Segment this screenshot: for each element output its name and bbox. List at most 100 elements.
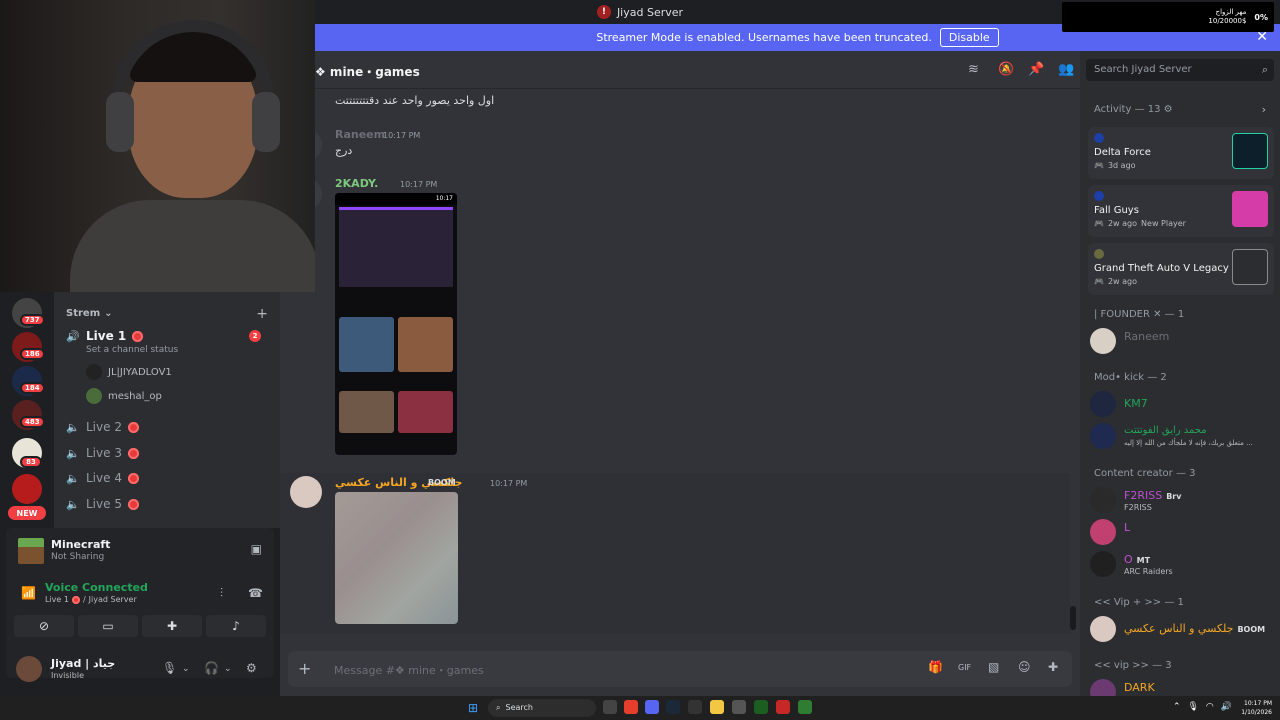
gear-icon[interactable]: ⚙ (246, 661, 257, 675)
screen-share-button[interactable]: ▭ (78, 615, 138, 637)
chevron-down-icon[interactable]: ⌄ (182, 664, 190, 674)
avatar (1090, 328, 1116, 354)
clock[interactable]: 10:17 PM 1/10/2026 (1241, 699, 1272, 717)
member-item[interactable]: L (1090, 517, 1276, 547)
activities-button[interactable]: ✚ (142, 615, 202, 637)
message-composer[interactable]: + Message #❖ mine・games 🎁 GIF ▧ ☺ ✚ (288, 651, 1072, 687)
avatar (1090, 679, 1116, 696)
app-icon[interactable] (688, 700, 702, 714)
search-input[interactable]: Search Jiyad Server ⌕ (1086, 59, 1274, 81)
notification-icon[interactable]: 🔕 (998, 62, 1014, 77)
user-icon (1094, 133, 1104, 143)
camera-button[interactable]: ⊘ (14, 615, 74, 637)
role-header: Mod• kick — 2 (1094, 372, 1167, 383)
mention-badge: 483 (20, 416, 45, 428)
message-author[interactable]: Raneem (335, 128, 385, 141)
signal-icon[interactable]: 📶 (21, 586, 36, 600)
image-attachment[interactable]: 10:17 (335, 193, 457, 455)
task-view-icon[interactable] (603, 700, 617, 714)
mention-badge: 737 (20, 314, 45, 326)
chat-area: ❖ mine・games ≋ 🔕 📌 👥 اول واحد يصور واحد … (280, 51, 1080, 696)
windows-start-icon[interactable]: ⊞ (468, 701, 478, 715)
member-item[interactable]: KM7 (1090, 389, 1276, 419)
app-icon[interactable] (798, 700, 812, 714)
message-input[interactable]: Message #❖ mine・games (334, 662, 484, 678)
voice-icon: 🔈 (66, 471, 80, 485)
chevron-down-icon: ⌄ (104, 308, 113, 319)
voice-channel-live-3[interactable]: 🔈 Live 3 (66, 443, 271, 463)
activity-game: Minecraft (51, 538, 111, 551)
channel-status-link[interactable]: Set a channel status (86, 345, 178, 355)
discord-icon[interactable] (645, 700, 659, 714)
gif-icon[interactable]: GIF (958, 663, 971, 672)
message-text: درج (335, 144, 353, 157)
chevron-right-icon[interactable]: › (1262, 103, 1266, 116)
window-title: Jiyad Server (616, 5, 684, 19)
member-item[interactable]: O MT ARC Raiders (1090, 549, 1276, 579)
avatar (86, 388, 102, 404)
member-item[interactable]: DARK (1090, 677, 1276, 696)
app-icon[interactable] (776, 700, 790, 714)
disable-button[interactable]: Disable (939, 28, 999, 47)
taskbar-search[interactable]: ⌕ Search (488, 699, 596, 717)
folder-icon[interactable] (710, 700, 724, 714)
voice-channel-live-5[interactable]: 🔈 Live 5 (66, 494, 271, 514)
taskbar: ⊞ ⌕ Search ⌃ 🎙 ◠ 🔊 10:17 PM 1/10/2026 (0, 696, 1280, 720)
voice-user[interactable]: JL|JIYADLOV1 (86, 362, 172, 382)
widget-amount: 10/20000$ (1208, 17, 1247, 25)
user-icon (1094, 191, 1104, 201)
user-name[interactable]: Jiyad | جياد (51, 657, 115, 670)
voice-channel-live-1[interactable]: 🔊 Live 1 2 (66, 326, 271, 346)
server-icon[interactable] (12, 474, 42, 504)
role-header: Content creator — 3 (1094, 468, 1196, 479)
activity-card[interactable]: Delta Force 🎮 3d ago (1088, 127, 1274, 179)
voice-user[interactable]: meshal_op (86, 386, 162, 406)
sticker-icon[interactable]: ▧ (988, 660, 999, 674)
system-tray[interactable]: ⌃ 🎙 ◠ 🔊 (1173, 702, 1232, 712)
gear-icon[interactable]: ⚙ (1164, 104, 1173, 115)
noise-suppression-icon[interactable]: ⫶ (220, 586, 223, 601)
voice-channel-live-2[interactable]: 🔈 Live 2 (66, 417, 271, 437)
microphone-icon[interactable]: 🎙 (162, 661, 177, 675)
webcam-overlay (0, 0, 315, 292)
member-item[interactable]: محمد رايق الفوتتتت متعلق بربك، فإنه لا م… (1090, 421, 1276, 451)
avatar[interactable] (290, 476, 322, 508)
member-item[interactable]: Raneem (1090, 326, 1276, 356)
activity-card[interactable]: Fall Guys 🎮 2w ago New Player (1088, 185, 1274, 237)
avatar (1090, 391, 1116, 417)
volume-icon: 🔊 (1220, 702, 1232, 712)
server-rail: 737 186 184 483 83 NEW (0, 292, 54, 528)
member-item[interactable]: جلكسي و الناس عكسي BOOM (1090, 614, 1276, 644)
add-attachment-icon[interactable]: + (298, 659, 311, 678)
apps-icon[interactable]: ✚ (1048, 660, 1058, 674)
chevron-down-icon[interactable]: ⌄ (224, 664, 232, 674)
member-list-icon[interactable]: 👥 (1058, 62, 1074, 77)
activity-card[interactable]: Grand Theft Auto V Legacy 🎮 2w ago (1088, 243, 1274, 295)
add-channel-button[interactable]: + (256, 306, 268, 322)
message-author[interactable]: 2KADY. (335, 177, 378, 190)
game-cover (1232, 133, 1268, 169)
mention-badge: 83 (20, 456, 42, 468)
member-item[interactable]: F2RISS Brv F2RISS (1090, 485, 1276, 515)
pin-icon[interactable]: 📌 (1028, 62, 1044, 77)
gift-icon[interactable]: 🎁 (928, 660, 943, 674)
image-attachment[interactable] (335, 492, 458, 624)
category-strem[interactable]: Strem ⌄ (66, 308, 113, 319)
disconnect-icon[interactable]: ☎ (248, 586, 263, 600)
share-screen-icon[interactable]: ▣ (251, 542, 262, 556)
voice-connected-label[interactable]: Voice Connected (45, 581, 148, 594)
app-icon[interactable] (754, 700, 768, 714)
avatar[interactable] (16, 656, 42, 682)
soundboard-button[interactable]: ♪ (206, 615, 266, 637)
browser-icon[interactable] (624, 700, 638, 714)
voice-channel-live-4[interactable]: 🔈 Live 4 (66, 468, 271, 488)
emoji-icon[interactable]: ☺ (1018, 660, 1031, 674)
avatar (1090, 551, 1116, 577)
app-icon[interactable] (732, 700, 746, 714)
new-badge: NEW (8, 506, 46, 520)
threads-icon[interactable]: ≋ (968, 62, 979, 77)
steam-icon[interactable] (666, 700, 680, 714)
scrollbar[interactable] (1070, 606, 1076, 630)
minecraft-icon (18, 538, 44, 564)
headphones-icon[interactable]: 🎧 (204, 661, 219, 675)
